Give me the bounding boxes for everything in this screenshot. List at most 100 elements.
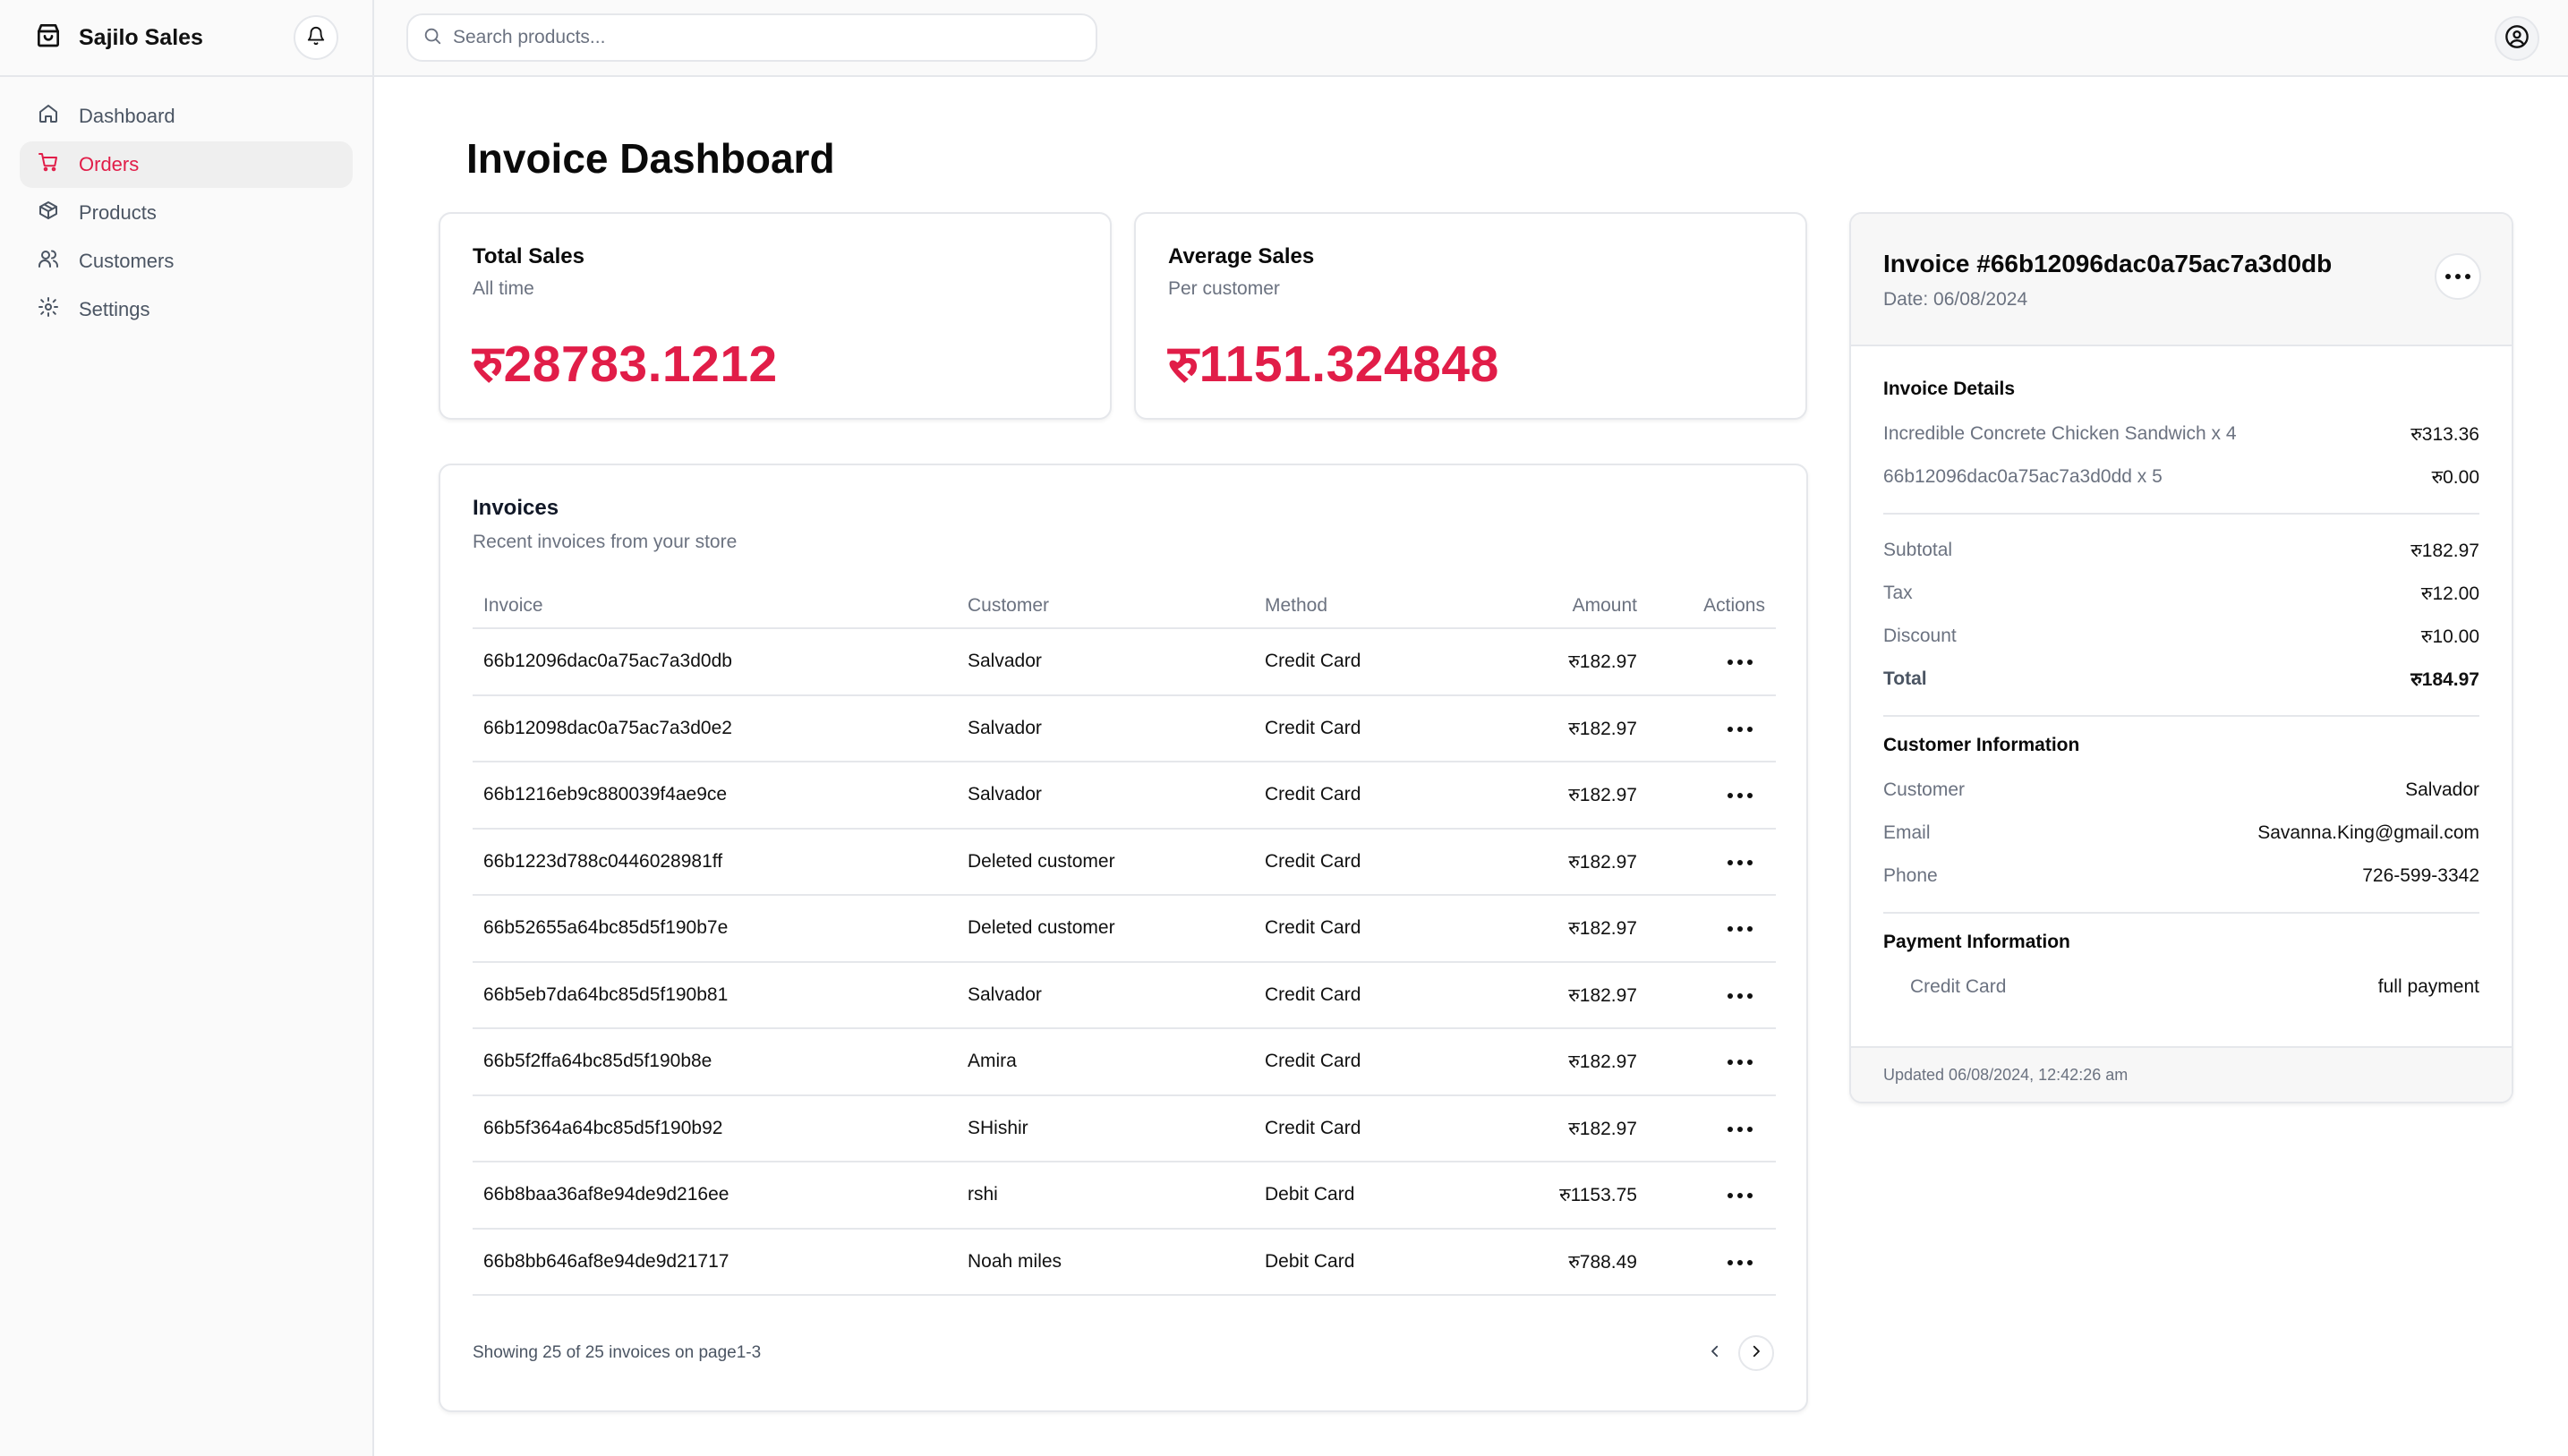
- more-actions-icon[interactable]: [1715, 1184, 1765, 1207]
- more-actions-icon[interactable]: [1715, 718, 1765, 741]
- more-actions-icon[interactable]: [1715, 851, 1765, 874]
- sidebar-item-customers[interactable]: Customers: [20, 238, 353, 285]
- amount-cell: रु182.97: [1505, 961, 1648, 1029]
- method-cell: Credit Card: [1254, 694, 1505, 762]
- method-cell: Credit Card: [1254, 1094, 1505, 1162]
- more-actions-icon[interactable]: [1715, 651, 1765, 674]
- brand-link[interactable]: Sajilo Sales: [34, 21, 203, 55]
- invoice-id-cell: 66b52655a64bc85d5f190b7e: [473, 895, 957, 963]
- column-header-method: Method: [1254, 583, 1505, 629]
- card-subtitle: Recent invoices from your store: [473, 532, 738, 552]
- total-value: रु184.97: [2410, 669, 2479, 690]
- total-label: Total: [1883, 668, 1927, 689]
- method-cell: Credit Card: [1254, 1028, 1505, 1096]
- customer-cell: Salvador: [957, 628, 1254, 696]
- sidebar-item-dashboard[interactable]: Dashboard: [20, 93, 353, 140]
- method-cell: Credit Card: [1254, 828, 1505, 896]
- table-row[interactable]: 66b12098dac0a75ac7a3d0e2 Salvador Credit…: [473, 694, 1776, 762]
- notifications-button[interactable]: [294, 15, 338, 60]
- column-header-invoice: Invoice: [473, 583, 957, 629]
- line-item-name: Incredible Concrete Chicken Sandwich x 4: [1883, 423, 2237, 444]
- invoices-table: Invoice Customer Method Amount Actions 6…: [473, 583, 1776, 1296]
- customer-cell: SHishir: [957, 1094, 1254, 1162]
- method-cell: Credit Card: [1254, 895, 1505, 963]
- payment-row: Credit Card full payment: [1883, 966, 2479, 1009]
- table-row[interactable]: 66b5f364a64bc85d5f190b92 SHishir Credit …: [473, 1094, 1776, 1162]
- store-icon: [34, 21, 63, 55]
- table-row[interactable]: 66b1216eb9c880039f4ae9ce Salvador Credit…: [473, 762, 1776, 830]
- search-box[interactable]: [406, 13, 1097, 62]
- user-menu-button[interactable]: [2495, 16, 2539, 61]
- customer-cell: Salvador: [957, 694, 1254, 762]
- brand-name: Sajilo Sales: [79, 24, 203, 50]
- more-actions-icon[interactable]: [1715, 984, 1765, 1008]
- more-actions-icon[interactable]: [1715, 1118, 1765, 1141]
- table-row[interactable]: 66b1223d788c0446028981ff Deleted custome…: [473, 828, 1776, 896]
- column-header-actions: Actions: [1648, 583, 1776, 629]
- table-row[interactable]: 66b5eb7da64bc85d5f190b81 Salvador Credit…: [473, 961, 1776, 1029]
- invoice-detail-title: Invoice #66b12096dac0a75ac7a3d0db: [1883, 250, 2333, 277]
- payment-info-heading: Payment Information: [1883, 932, 2070, 952]
- method-cell: Debit Card: [1254, 1162, 1505, 1230]
- sidebar-item-orders[interactable]: Orders: [20, 141, 353, 188]
- customer-cell: Amira: [957, 1028, 1254, 1096]
- column-header-customer: Customer: [957, 583, 1254, 629]
- invoice-id-cell: 66b12096dac0a75ac7a3d0db: [473, 628, 957, 696]
- detail-body: Invoice Details Incredible Concrete Chic…: [1851, 346, 2512, 1009]
- table-row[interactable]: 66b52655a64bc85d5f190b7e Deleted custome…: [473, 895, 1776, 963]
- email-value: Savanna.King@gmail.com: [2257, 822, 2479, 843]
- actions-cell: [1648, 895, 1776, 963]
- customer-cell: Salvador: [957, 762, 1254, 830]
- sidebar-item-label: Dashboard: [79, 105, 175, 127]
- search-input[interactable]: [453, 27, 1081, 48]
- actions-cell: [1648, 1162, 1776, 1230]
- invoice-id-cell: 66b8bb646af8e94de9d21717: [473, 1228, 957, 1296]
- more-actions-icon[interactable]: [1715, 1051, 1765, 1074]
- customer-cell: Deleted customer: [957, 828, 1254, 896]
- more-actions-icon[interactable]: [1715, 784, 1765, 807]
- next-page-button[interactable]: [1738, 1335, 1774, 1371]
- home-icon: [38, 103, 59, 130]
- sidebar-item-settings[interactable]: Settings: [20, 286, 353, 333]
- stat-title: Average Sales: [1168, 244, 1315, 268]
- amount-cell: रु1153.75: [1505, 1162, 1648, 1230]
- previous-page-button[interactable]: [1697, 1335, 1733, 1371]
- chevron-right-icon: [1748, 1343, 1764, 1364]
- line-item-price: रु313.36: [2410, 424, 2479, 445]
- more-actions-icon[interactable]: [1715, 917, 1765, 941]
- email-row: Email Savanna.King@gmail.com: [1883, 812, 2479, 855]
- amount-cell: रु182.97: [1505, 1028, 1648, 1096]
- customer-cell: Noah miles: [957, 1228, 1254, 1296]
- phone-value: 726-599-3342: [2362, 865, 2479, 886]
- detail-footer: Updated 06/08/2024, 12:42:26 am: [1851, 1046, 2512, 1102]
- amount-cell: रु182.97: [1505, 828, 1648, 896]
- actions-cell: [1648, 694, 1776, 762]
- sidebar-item-label: Orders: [79, 153, 140, 175]
- detail-more-button[interactable]: [2435, 253, 2481, 300]
- sidebar-item-label: Products: [79, 201, 157, 224]
- invoice-id-cell: 66b5f364a64bc85d5f190b92: [473, 1094, 957, 1162]
- payment-method: Credit Card: [1910, 976, 2007, 997]
- stat-title: Total Sales: [473, 244, 584, 268]
- table-row[interactable]: 66b5f2ffa64bc85d5f190b8e Amira Credit Ca…: [473, 1028, 1776, 1096]
- actions-cell: [1648, 828, 1776, 896]
- sidebar-item-label: Settings: [79, 298, 150, 320]
- sidebar-item-products[interactable]: Products: [20, 190, 353, 236]
- customer-label: Customer: [1883, 779, 1966, 800]
- table-row[interactable]: 66b12096dac0a75ac7a3d0db Salvador Credit…: [473, 628, 1776, 696]
- invoice-id-cell: 66b1216eb9c880039f4ae9ce: [473, 762, 957, 830]
- table-row[interactable]: 66b8bb646af8e94de9d21717 Noah miles Debi…: [473, 1228, 1776, 1296]
- divider: [1883, 513, 2479, 515]
- table-row[interactable]: 66b8baa36af8e94de9d216ee rshi Debit Card…: [473, 1162, 1776, 1230]
- tax-label: Tax: [1883, 583, 1913, 603]
- card-title: Invoices: [473, 496, 559, 520]
- line-item-price: रु0.00: [2431, 467, 2479, 488]
- email-label: Email: [1883, 822, 1931, 843]
- average-sales-card: Average Sales Per customer रु1151.324848: [1134, 212, 1807, 420]
- stat-value: रु28783.1212: [473, 336, 778, 393]
- more-dots-icon: [2445, 274, 2451, 279]
- more-actions-icon[interactable]: [1715, 1251, 1765, 1274]
- amount-cell: रु182.97: [1505, 895, 1648, 963]
- sidebar-item-label: Customers: [79, 250, 175, 272]
- subtotal-label: Subtotal: [1883, 540, 1953, 560]
